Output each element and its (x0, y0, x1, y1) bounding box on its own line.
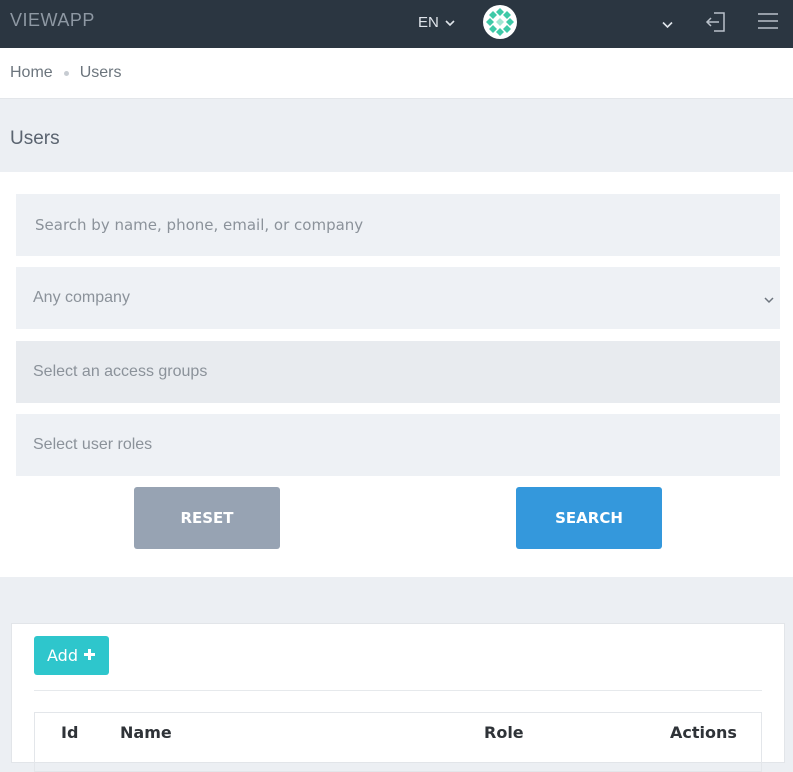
chevron-down-icon (445, 14, 455, 31)
search-field (16, 194, 780, 256)
page-title: Users (10, 128, 60, 149)
add-button-label: Add (47, 646, 78, 665)
logout-icon[interactable] (704, 10, 728, 39)
company-logo[interactable] (483, 5, 517, 39)
search-input[interactable] (33, 215, 763, 235)
users-list-card: Add Id Name Role Actions (11, 623, 785, 772)
top-navbar: VIEWAPP EN (0, 0, 793, 48)
column-header-actions: Actions (670, 723, 737, 742)
breadcrumb-current: Users (79, 64, 122, 81)
users-table: Id Name Role Actions (34, 712, 762, 772)
column-header-id[interactable]: Id (61, 723, 78, 742)
reset-button[interactable]: RESET (134, 487, 280, 549)
divider (34, 690, 762, 691)
column-header-name[interactable]: Name (120, 723, 172, 742)
column-header-role[interactable]: Role (484, 723, 524, 742)
user-roles-placeholder: Select user roles (33, 436, 153, 453)
company-select-value: Any company (33, 289, 130, 306)
breadcrumb-home-link[interactable]: Home (10, 64, 53, 82)
app-brand[interactable]: VIEWAPP (10, 10, 95, 31)
user-roles-select[interactable]: Select user roles (16, 414, 780, 476)
language-label: EN (418, 14, 439, 31)
plus-icon (83, 646, 96, 665)
access-groups-select[interactable]: Select an access groups (16, 341, 780, 403)
filter-panel: Any company Select an access groups Sele… (0, 172, 793, 577)
user-menu-chevron-icon[interactable] (662, 16, 673, 34)
access-groups-placeholder: Select an access groups (33, 363, 208, 380)
chevron-down-icon (764, 291, 774, 309)
company-select[interactable]: Any company (16, 267, 780, 329)
language-selector[interactable]: EN (418, 14, 455, 31)
breadcrumb-separator (63, 70, 69, 76)
search-button[interactable]: SEARCH (516, 487, 662, 549)
breadcrumb: Home Users (0, 48, 793, 99)
hamburger-menu-icon[interactable] (757, 12, 779, 35)
page-header: Users (0, 99, 793, 172)
add-user-button[interactable]: Add (34, 636, 109, 675)
